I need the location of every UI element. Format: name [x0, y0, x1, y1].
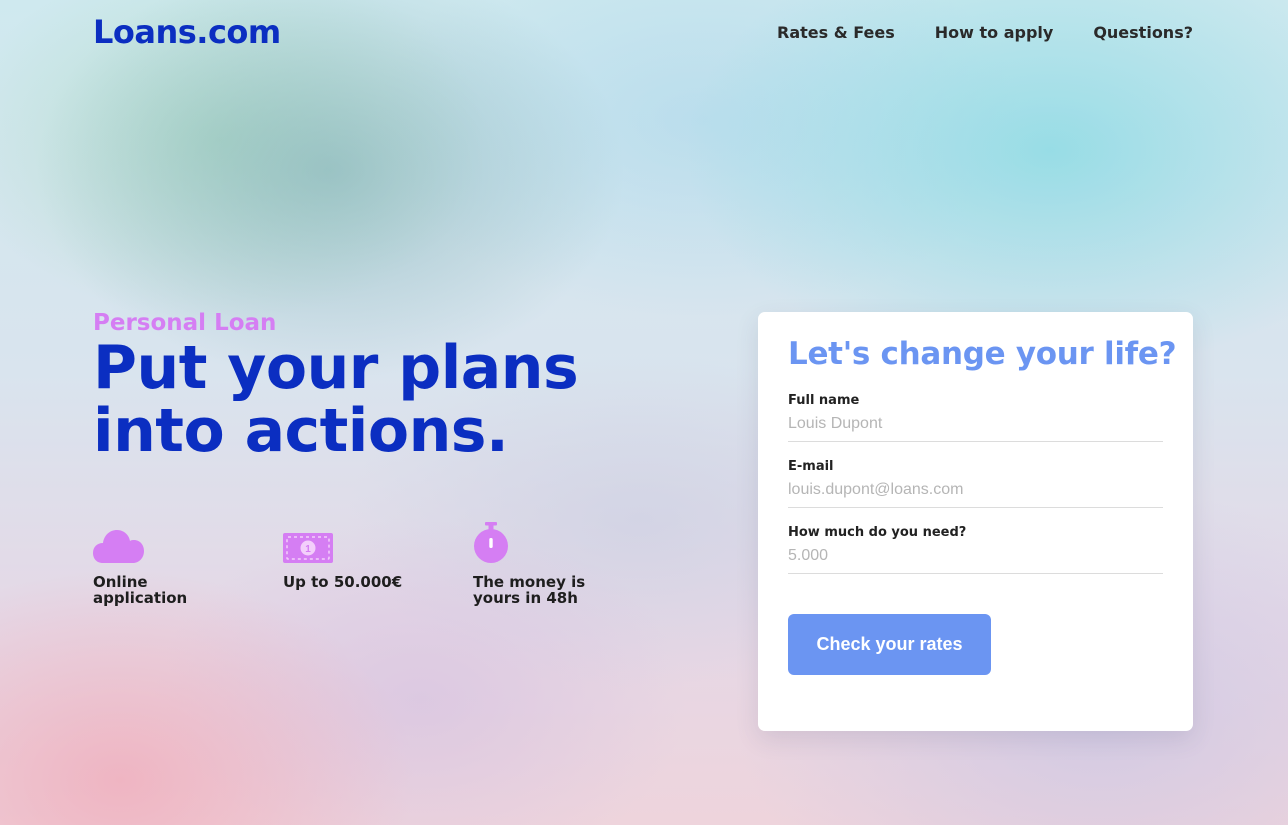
- nav-rates-fees[interactable]: Rates & Fees: [777, 23, 895, 42]
- form-title: Let's change your life?: [788, 336, 1177, 372]
- hero-headline: Put your plans into actions.: [93, 337, 579, 466]
- feature-label: Up to 50.000€: [283, 573, 403, 591]
- feature-money-in-48h: The money is yours in 48h: [473, 522, 663, 606]
- check-rates-button[interactable]: Check your rates: [788, 614, 991, 675]
- feature-list: Online application 1 Up to 50.000€ The m…: [93, 522, 663, 606]
- feature-label: Online application: [93, 573, 188, 607]
- amount-field: How much do you need?: [788, 525, 1163, 574]
- email-field: E-mail: [788, 459, 1163, 508]
- svg-text:1: 1: [305, 544, 311, 555]
- feature-online-application: Online application: [93, 522, 283, 606]
- full-name-field: Full name: [788, 393, 1163, 442]
- nav-how-to-apply[interactable]: How to apply: [935, 23, 1054, 42]
- full-name-label: Full name: [788, 393, 860, 408]
- site-logo[interactable]: Loans.com: [93, 13, 281, 51]
- banknote-icon: 1: [283, 533, 333, 563]
- cloud-icon: [93, 530, 144, 563]
- hero-headline-line1: Put your plans: [93, 333, 579, 403]
- loan-form-card: Let's change your life? Full name E-mail…: [758, 312, 1193, 731]
- feature-up-to-amount: 1 Up to 50.000€: [283, 522, 473, 606]
- main-nav: Rates & Fees How to apply Questions?: [777, 23, 1193, 42]
- stopwatch-icon: [474, 522, 508, 563]
- email-label: E-mail: [788, 459, 834, 474]
- feature-label: The money is yours in 48h: [473, 573, 586, 607]
- nav-questions[interactable]: Questions?: [1093, 23, 1193, 42]
- amount-input[interactable]: [788, 547, 1163, 574]
- amount-label: How much do you need?: [788, 525, 967, 540]
- email-input[interactable]: [788, 481, 1163, 508]
- full-name-input[interactable]: [788, 415, 1163, 442]
- hero-headline-line2: into actions.: [93, 396, 509, 466]
